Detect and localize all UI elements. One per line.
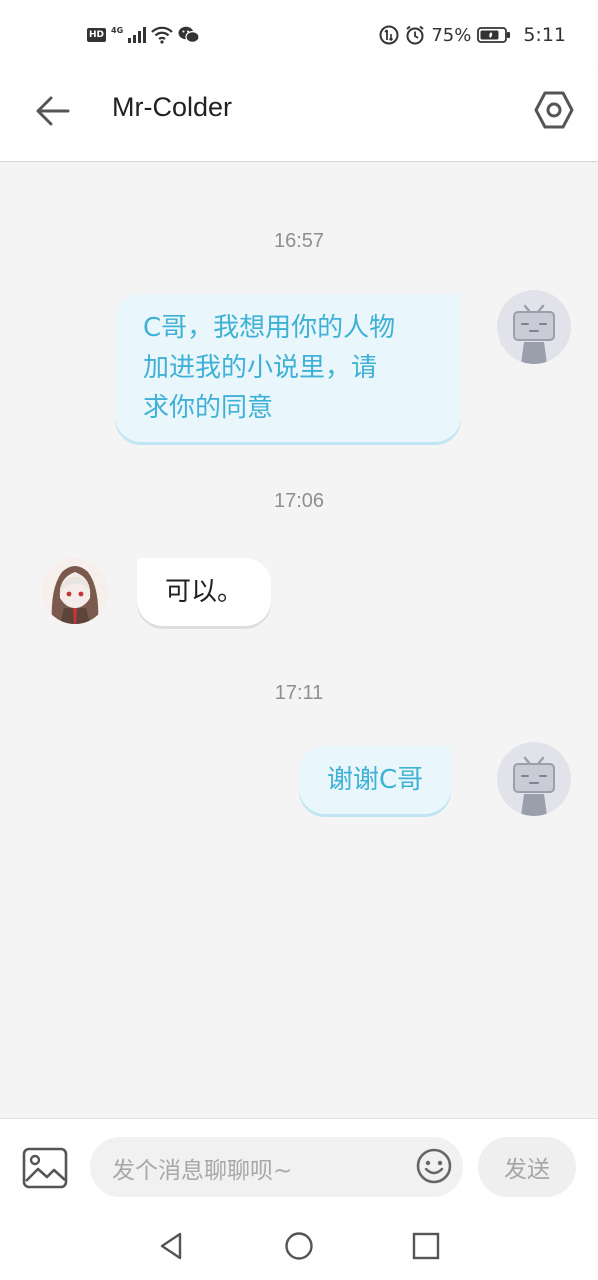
bilibili-tv-avatar-icon	[513, 304, 555, 364]
settings-button[interactable]	[530, 86, 578, 134]
nav-home-button[interactable]	[283, 1230, 315, 1262]
alarm-icon	[406, 25, 424, 45]
system-nav-bar	[0, 1214, 598, 1280]
timestamp: 17:11	[274, 682, 324, 704]
emoji-button[interactable]	[415, 1147, 453, 1185]
message-line: 加进我的小说里，请	[143, 353, 378, 383]
nav-back-icon	[160, 1232, 182, 1260]
clock: 5:11	[523, 24, 566, 46]
status-left: HD 4G	[87, 24, 200, 46]
contact-avatar[interactable]	[42, 558, 108, 624]
wifi-icon	[151, 26, 173, 44]
data-saver-icon	[379, 25, 399, 45]
anime-avatar-icon	[42, 558, 108, 624]
signal-icon	[128, 27, 147, 43]
message-bubble-outgoing[interactable]: 谢谢C哥	[299, 746, 452, 814]
emoji-icon	[416, 1148, 452, 1184]
message-input-placeholder: 发个消息聊聊呗~	[112, 1158, 293, 1184]
back-button[interactable]	[30, 88, 76, 134]
nav-home-icon	[285, 1232, 313, 1260]
nav-back-button[interactable]	[156, 1230, 188, 1262]
image-icon	[22, 1147, 68, 1189]
message-line: C哥，我想用你的人物	[143, 313, 396, 343]
status-right: 75% 5:11	[379, 22, 566, 48]
timestamp: 16:57	[273, 230, 325, 252]
chat-header: Mr-Colder	[0, 68, 598, 162]
send-button[interactable]: 发送	[478, 1137, 576, 1197]
image-button[interactable]	[22, 1147, 68, 1189]
chat-area[interactable]: 16:57 C哥，我想用你的人物 加进我的小说里，请 求你的同意 17:06 可…	[0, 162, 598, 1118]
message-line: 求你的同意	[143, 393, 274, 423]
self-avatar[interactable]	[497, 742, 571, 816]
nav-recents-button[interactable]	[410, 1230, 442, 1262]
battery-percent: 75%	[431, 24, 472, 46]
status-bar: HD 4G 75% 5:11	[0, 0, 598, 68]
page-title: Mr-Colder	[112, 92, 233, 122]
wechat-icon	[178, 26, 200, 44]
back-arrow-icon	[36, 96, 70, 126]
battery-icon	[477, 27, 511, 43]
message-input[interactable]: 发个消息聊聊呗~	[90, 1137, 463, 1197]
timestamp: 17:06	[273, 490, 325, 512]
settings-hexagon-icon	[534, 91, 574, 129]
message-bubble-outgoing[interactable]: C哥，我想用你的人物 加进我的小说里，请 求你的同意	[115, 294, 461, 442]
message-bubble-incoming[interactable]: 可以。	[137, 558, 272, 626]
bilibili-tv-avatar-icon	[513, 756, 555, 816]
network-type: 4G	[111, 25, 124, 35]
nav-recents-icon	[412, 1232, 440, 1260]
input-bar: 发个消息聊聊呗~ 发送	[0, 1118, 598, 1214]
hd-badge: HD	[87, 28, 107, 42]
self-avatar[interactable]	[497, 290, 571, 364]
